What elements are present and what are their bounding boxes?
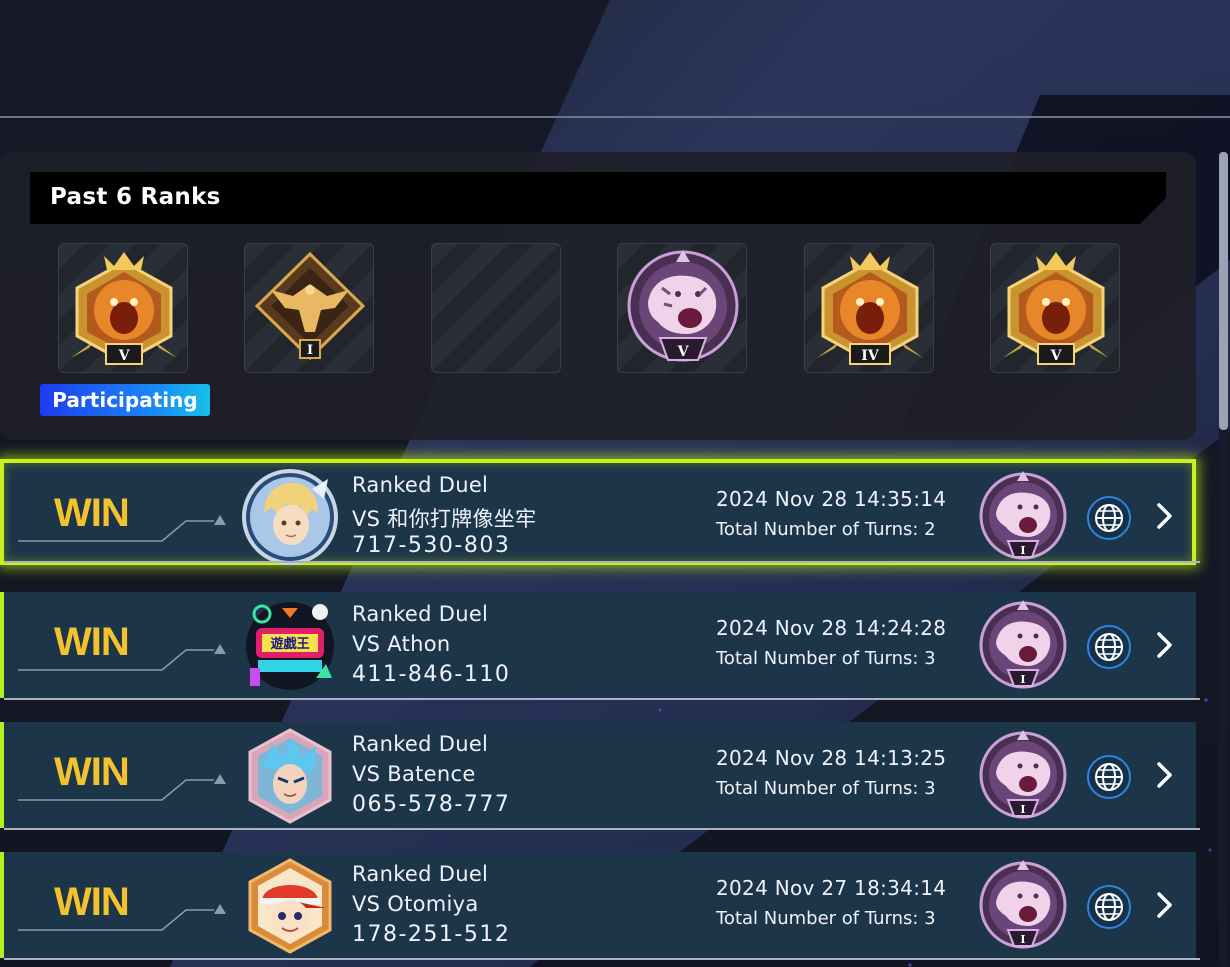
opponent-name: VS Athon [352,632,451,656]
header-divider [0,116,1230,118]
lion-rank-icon: IV [817,252,923,365]
result-label: WIN [54,491,130,535]
turn-count: Total Number of Turns: 2 [716,519,936,540]
rank-level-label: I [1020,544,1025,557]
turn-count: Total Number of Turns: 3 [716,648,936,669]
turn-count: Total Number of Turns: 3 [716,908,936,929]
ranks-title: Past 6 Ranks [50,184,221,210]
rank-slot-2[interactable]: I [244,243,374,373]
tiger-rank-emblem-icon: I [979,730,1067,819]
svg-text:V: V [1050,348,1063,364]
result-label: WIN [54,620,130,664]
row-divider [4,561,1200,563]
svg-text:V: V [118,348,131,364]
duel-datetime: 2024 Nov 28 14:35:14 [716,487,947,511]
past-ranks-panel: Past 6 Ranks V Participating I V IV V [0,152,1196,440]
tiger-rank-emblem-icon: I [979,471,1067,560]
chevron-right-icon[interactable] [1154,890,1176,920]
globe-icon[interactable] [1086,754,1132,800]
participating-badge: Participating [40,384,210,416]
globe-icon[interactable] [1086,884,1132,930]
rank-slot-6[interactable]: V [990,243,1120,373]
globe-icon[interactable] [1086,624,1132,670]
tiger-rank-emblem-icon: I [979,860,1067,949]
neon-logo-avatar-icon[interactable]: 遊戯王 [242,598,338,694]
player-id: 717-530-803 [352,533,511,558]
rank-slot-4[interactable]: V [617,243,747,373]
rank-level-label: I [1020,933,1025,946]
rank-slot-5[interactable]: IV [804,243,934,373]
duel-history-row[interactable]: WIN Ranked Duel VS Otomiya 178-251-512 2… [0,852,1200,960]
svg-text:遊戯王: 遊戯王 [270,636,309,652]
duel-history-row[interactable]: WIN Ranked Duel VS 和你打牌像坐牢 717-530-803 2… [0,459,1200,565]
opponent-name: VS 和你打牌像坐牢 [352,507,537,531]
blue-hair-avatar-icon[interactable] [242,728,338,824]
tiger-rank-icon: V [627,250,739,362]
globe-icon[interactable] [1086,495,1132,541]
rank-slot-1[interactable]: V [58,243,188,373]
cap-kid-avatar-icon[interactable] [242,858,338,954]
duel-type: Ranked Duel [352,732,489,756]
duel-history-row[interactable]: WIN 遊戯王 Ranked Duel VS Athon 411-846-110… [0,592,1200,700]
row-divider [4,828,1200,830]
rank-level-label: I [1020,803,1025,816]
duel-history-row[interactable]: WIN Ranked Duel VS Batence 065-578-777 2… [0,722,1200,830]
svg-text:IV: IV [861,348,880,364]
svg-text:V: V [677,344,690,360]
lion-rank-icon: V [71,252,177,365]
row-divider [4,698,1200,700]
duel-type: Ranked Duel [352,602,489,626]
ranks-header: Past 6 Ranks [30,172,1166,224]
turn-count: Total Number of Turns: 3 [716,778,936,799]
tiger-rank-emblem-icon: I [979,600,1067,689]
duel-type: Ranked Duel [352,473,489,497]
chevron-right-icon[interactable] [1154,760,1176,790]
row-divider [4,958,1200,960]
duel-datetime: 2024 Nov 28 14:24:28 [716,616,947,640]
player-id: 411-846-110 [352,662,511,687]
rank-slot-3-empty[interactable] [431,243,561,373]
blonde-hero-avatar-icon[interactable] [242,469,338,565]
eagle-rank-icon: I [254,251,366,361]
chevron-right-icon[interactable] [1154,630,1176,660]
duel-type: Ranked Duel [352,862,489,886]
opponent-name: VS Otomiya [352,892,479,916]
result-label: WIN [54,880,130,924]
rank-level-label: I [1020,673,1025,686]
opponent-name: VS Batence [352,762,476,786]
chevron-right-icon[interactable] [1154,501,1176,531]
duel-datetime: 2024 Nov 28 14:13:25 [716,746,947,770]
result-label: WIN [54,750,130,794]
lion-rank-icon: V [1003,252,1109,365]
player-id: 065-578-777 [352,792,511,817]
svg-text:I: I [307,343,313,358]
duel-datetime: 2024 Nov 27 18:34:14 [716,876,947,900]
player-id: 178-251-512 [352,922,511,947]
scrollbar-thumb[interactable] [1219,152,1228,430]
